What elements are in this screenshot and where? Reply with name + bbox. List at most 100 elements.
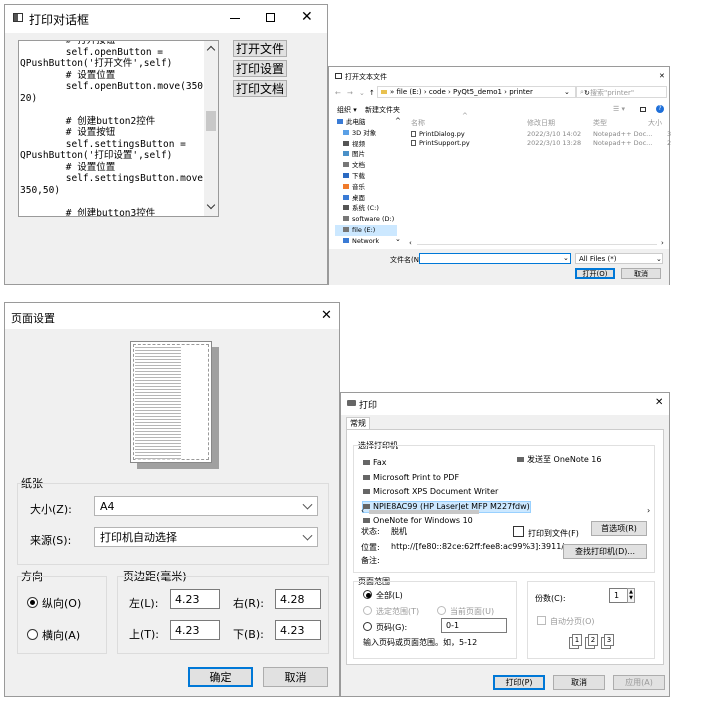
col-date[interactable]: 修改日期	[527, 118, 555, 128]
bottom-margin-input[interactable]: 4.23	[275, 620, 321, 640]
portrait-label: 纵向(O)	[42, 597, 82, 610]
open-button[interactable]: 打开(O)	[575, 268, 615, 279]
landscape-radio[interactable]: 横向(A)	[27, 627, 80, 643]
new-folder-button[interactable]: 新建文件夹	[365, 105, 400, 115]
col-name[interactable]: 名称	[411, 118, 425, 128]
cancel-button[interactable]: 取消	[263, 667, 328, 687]
nav-item[interactable]: 桌面	[335, 193, 397, 204]
copies-input[interactable]: 1 ▲ ▼	[609, 588, 635, 603]
pages-input[interactable]: 0-1	[441, 618, 507, 633]
filetype-select[interactable]: All Files (*) ⌄	[575, 253, 663, 264]
chevron-right-icon[interactable]: ›	[661, 239, 664, 247]
close-icon[interactable]: ✕	[321, 308, 332, 323]
up-icon[interactable]: ↑	[369, 89, 375, 97]
chevron-left-icon[interactable]: ‹	[409, 239, 412, 247]
minimize-icon[interactable]	[230, 18, 240, 19]
pages-label: 页码(G):	[376, 623, 408, 632]
print-to-file-checkbox[interactable]: 打印到文件(F)	[513, 526, 579, 539]
bottom-panel: 文件名(N): ⌄ All Files (*) ⌄ 打开(O) 取消	[329, 249, 669, 285]
crumb[interactable]: printer	[509, 88, 533, 96]
paper-source-select[interactable]: 打印机自动选择	[94, 527, 318, 547]
collate-checkbox[interactable]: 自动分页(O)	[537, 616, 595, 627]
paper-size-select[interactable]: A4	[94, 496, 318, 516]
nav-item[interactable]: file (E:)	[335, 224, 397, 236]
cancel-button[interactable]: 取消	[553, 675, 605, 690]
nav-item[interactable]: 下载	[335, 171, 397, 182]
printer-item[interactable]: Fax	[363, 458, 387, 469]
printer-item[interactable]: OneNote for Windows 10	[363, 516, 473, 527]
find-printer-button[interactable]: 查找打印机(D)...	[563, 544, 647, 559]
nav-item[interactable]: 视频	[335, 139, 397, 150]
print-settings-button[interactable]: 打印设置	[233, 60, 287, 77]
close-icon[interactable]: ✕	[655, 397, 663, 408]
chevron-up-icon[interactable]: ^	[395, 117, 401, 125]
code-text-edit[interactable]: # 打开按钮 self.openButton = QPushButton('打开文…	[18, 40, 219, 217]
address-bar[interactable]: » file (E:) › code › PyQt5_demo1 › print…	[377, 86, 577, 98]
code-line: # 设置位置	[20, 69, 116, 81]
printer-item[interactable]: Microsoft XPS Document Writer	[363, 487, 498, 498]
preview-pane-icon[interactable]	[640, 107, 646, 112]
chevron-up-icon[interactable]	[206, 45, 216, 55]
file-row[interactable]: PrintDialog.py 2022/3/10 14:02 Notepad++ D…	[409, 130, 671, 139]
col-type[interactable]: 类型	[593, 118, 607, 128]
all-pages-radio[interactable]: 全部(L)	[363, 590, 403, 601]
crumb[interactable]: code	[429, 88, 446, 96]
titlebar: 打印对话框 ✕	[5, 5, 327, 33]
dialog-title: 页面设置	[11, 312, 55, 325]
location-value: http://[fe80::82ce:62ff:fee8:ac99%3]:391…	[391, 542, 565, 551]
print-document-button[interactable]: 打印文档	[233, 80, 287, 97]
recent-icon[interactable]: ⌄	[359, 89, 365, 97]
nav-item[interactable]: 音乐	[335, 182, 397, 193]
scrollbar-thumb[interactable]	[369, 510, 479, 514]
apply-button[interactable]: 应用(A)	[613, 675, 665, 690]
close-icon[interactable]: ✕	[659, 72, 665, 80]
close-icon[interactable]: ✕	[301, 9, 313, 25]
ok-button[interactable]: 确定	[188, 667, 253, 687]
organize-button[interactable]: 组织 ▾	[337, 105, 357, 115]
printer-list-scrollbar[interactable]: ‹ ›	[361, 506, 653, 516]
scrollbar[interactable]	[204, 41, 218, 216]
chevron-down-icon[interactable]	[206, 200, 216, 210]
file-size: 2	[667, 139, 672, 147]
back-icon[interactable]: ←	[335, 89, 341, 97]
open-file-button[interactable]: 打开文件	[233, 40, 287, 57]
search-box[interactable]: ⌕ 搜索"printer"	[575, 86, 667, 98]
view-icon[interactable]: ☰ ▾	[613, 105, 625, 113]
print-to-file-label: 打印到文件(F)	[528, 529, 579, 538]
selection-label: 选定范围(T)	[376, 607, 420, 616]
chevron-down-icon[interactable]: ⌄	[563, 254, 569, 262]
forward-icon[interactable]: →	[347, 89, 353, 97]
chevron-left-icon[interactable]: ‹	[361, 506, 364, 515]
preferences-button[interactable]: 首选项(R)	[591, 521, 647, 536]
maximize-icon[interactable]	[266, 13, 275, 22]
current-page-radio[interactable]: 当前页面(U)	[437, 606, 494, 617]
right-margin-input[interactable]: 4.28	[275, 589, 321, 609]
crumb[interactable]: file (E:)	[397, 88, 422, 96]
nav-item[interactable]: 3D 对象	[335, 128, 397, 139]
nav-item[interactable]: software (D:)	[335, 214, 397, 225]
file-date: 2022/3/10 13:28	[527, 139, 582, 147]
cancel-button[interactable]: 取消	[621, 268, 661, 279]
printer-item[interactable]: Microsoft Print to PDF	[363, 473, 459, 484]
nav-item[interactable]: 系统 (C:)	[335, 203, 397, 214]
help-icon[interactable]: ?	[656, 105, 664, 113]
col-size[interactable]: 大小	[648, 118, 662, 128]
portrait-radio[interactable]: 纵向(O)	[27, 595, 81, 611]
spinner-icon[interactable]: ▲ ▼	[627, 588, 635, 603]
nav-item[interactable]: 文档	[335, 160, 397, 171]
print-button[interactable]: 打印(P)	[493, 675, 545, 690]
nav-item[interactable]: 此电脑	[335, 117, 397, 128]
file-row[interactable]: PrintSupport.py 2022/3/10 13:28 Notepad++ …	[409, 139, 671, 148]
horizontal-scrollbar[interactable]: ‹ ›	[335, 239, 667, 248]
chevron-right-icon[interactable]: ›	[647, 506, 650, 515]
scrollbar-thumb[interactable]	[206, 111, 216, 131]
selection-radio[interactable]: 选定范围(T)	[363, 606, 419, 617]
left-margin-input[interactable]: 4.23	[170, 589, 220, 609]
printer-item-onenote16[interactable]: 发送至 OneNote 16	[517, 454, 602, 465]
crumb[interactable]: PyQt5_demo1	[453, 88, 502, 96]
top-margin-input[interactable]: 4.23	[170, 620, 220, 640]
pages-radio[interactable]: 页码(G):	[363, 622, 407, 633]
nav-item[interactable]: 图片	[335, 149, 397, 160]
filename-input[interactable]	[419, 253, 571, 264]
chevron-down-icon[interactable]: ⌄	[564, 88, 570, 96]
